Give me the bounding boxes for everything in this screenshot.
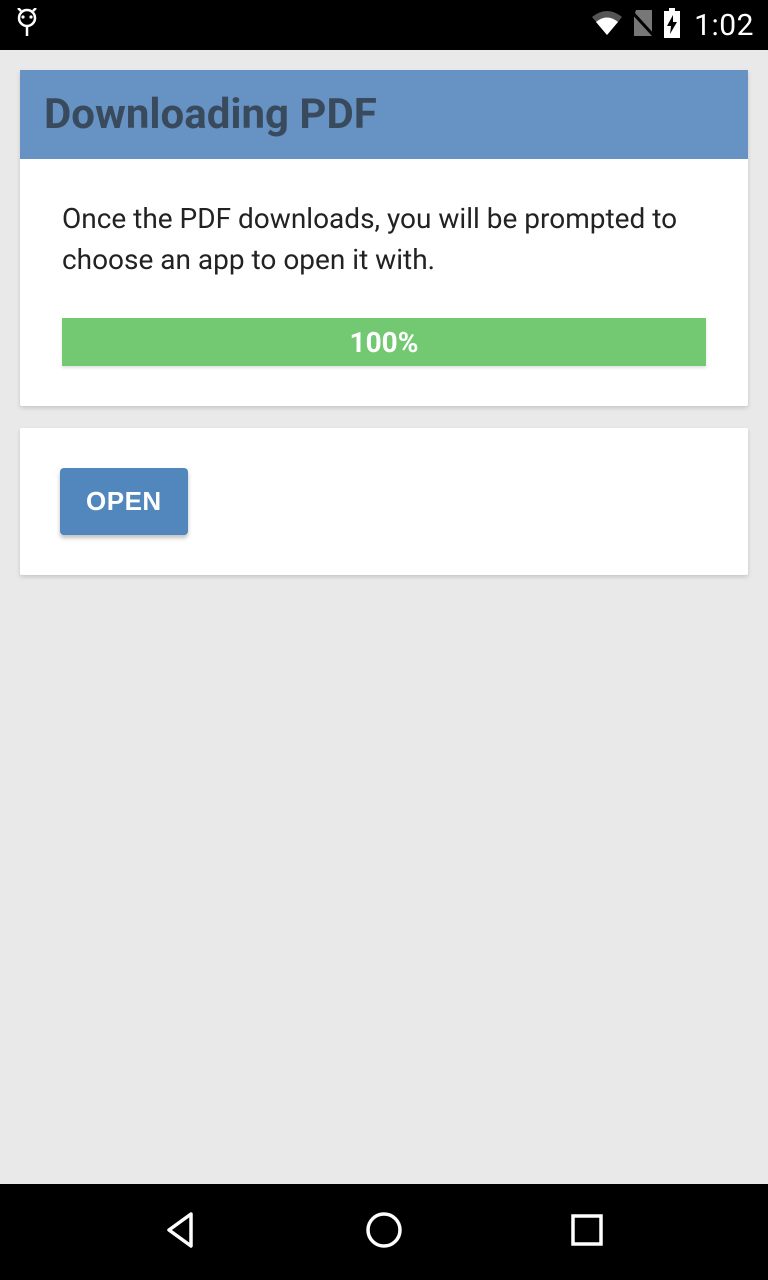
download-title: Downloading PDF xyxy=(44,90,724,139)
home-icon xyxy=(364,1210,404,1254)
navigation-bar xyxy=(0,1184,768,1280)
recents-button[interactable] xyxy=(557,1202,617,1262)
open-button[interactable]: OPEN xyxy=(60,468,188,535)
download-progress-bar: 100% xyxy=(62,318,706,366)
no-sim-icon xyxy=(630,8,656,42)
download-card: Downloading PDF Once the PDF downloads, … xyxy=(20,70,748,406)
download-message: Once the PDF downloads, you will be prom… xyxy=(62,199,706,280)
main-content: Downloading PDF Once the PDF downloads, … xyxy=(0,50,768,1184)
android-debug-icon xyxy=(14,8,40,42)
status-bar: 1:02 xyxy=(0,0,768,50)
status-bar-right: 1:02 xyxy=(590,7,754,43)
recents-icon xyxy=(569,1212,605,1252)
battery-charging-icon xyxy=(662,7,682,43)
status-time: 1:02 xyxy=(694,8,754,43)
download-card-header: Downloading PDF xyxy=(20,70,748,159)
home-button[interactable] xyxy=(354,1202,414,1262)
back-icon xyxy=(161,1210,201,1254)
back-button[interactable] xyxy=(151,1202,211,1262)
download-card-body: Once the PDF downloads, you will be prom… xyxy=(20,159,748,406)
open-card: OPEN xyxy=(20,428,748,575)
status-bar-left xyxy=(14,8,40,42)
wifi-icon xyxy=(590,9,624,41)
download-progress-label: 100% xyxy=(350,326,419,359)
